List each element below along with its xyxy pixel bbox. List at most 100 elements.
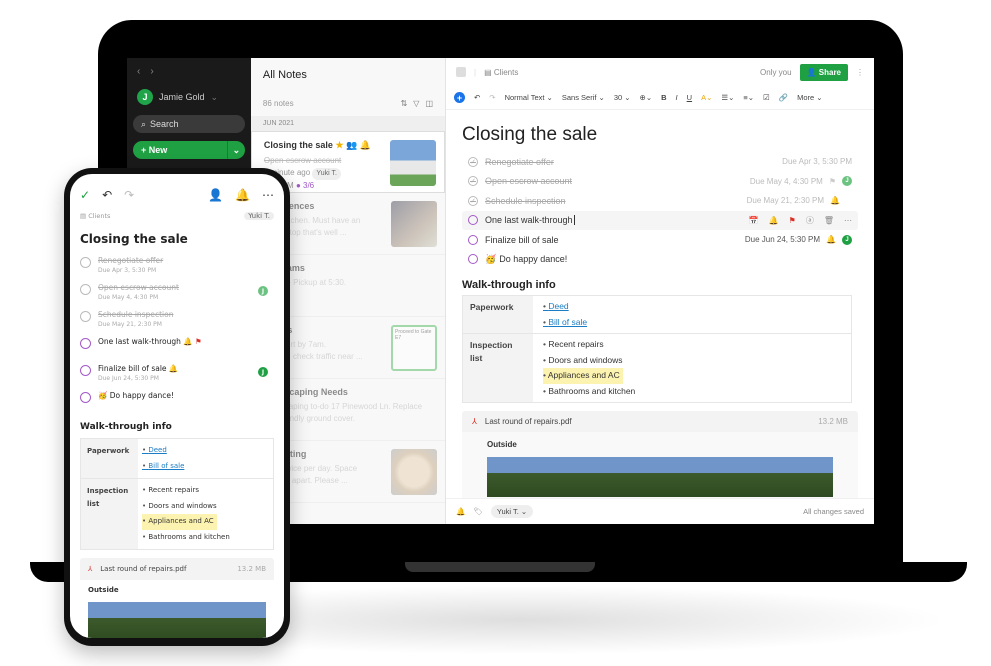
task-item[interactable]: ✓ Renegotiate offer Due Apr 3, 5:30 PM (462, 152, 858, 172)
done-check-icon[interactable]: ✓ (80, 188, 90, 202)
collaborator-tag: Yuki T. (312, 168, 341, 180)
bullet-list-icon[interactable]: ☰⌄ (721, 93, 734, 102)
note-title[interactable]: Closing the sale (462, 124, 858, 146)
task-item[interactable]: ✓ Open escrow account Due May 4, 4:30 PM… (462, 172, 858, 192)
deed-link[interactable]: Deed (543, 299, 841, 315)
new-note-button[interactable]: + New ⌄ (133, 141, 245, 159)
italic-icon[interactable]: I (676, 93, 678, 102)
filter-icon[interactable]: ▽ (413, 99, 419, 108)
task-item[interactable]: 🥳 Do happy dance! (80, 391, 274, 410)
bell-icon: 🔔 (826, 235, 836, 245)
due-date: Due Apr 3, 5:30 PM (782, 157, 852, 167)
notebook-link[interactable]: ▤ Clients (80, 212, 110, 220)
reminder-bell-icon[interactable]: 🔔 (769, 216, 779, 225)
undo-icon[interactable]: ↶ (474, 93, 480, 102)
font-select[interactable]: Sans Serif ⌄ (562, 93, 605, 102)
note-count: 86 notes (262, 99, 294, 108)
share-button[interactable]: 👤 Share (799, 63, 848, 81)
redo-icon[interactable]: ↷ (124, 188, 134, 202)
house-thumbnail (390, 140, 436, 186)
checked-circle-icon[interactable]: ✓ (468, 195, 478, 206)
reminder-icon[interactable]: 🔔 (456, 507, 465, 516)
checked-circle-icon[interactable] (80, 284, 91, 295)
notebook-breadcrumb[interactable]: ▤ Clients (484, 68, 518, 77)
more-icon[interactable]: ⋯ (262, 188, 274, 202)
table-row: Inspection list Recent repairs Doors and… (81, 479, 273, 549)
insert-button[interactable]: + (454, 92, 465, 103)
bill-of-sale-link[interactable]: Bill of sale (543, 315, 841, 331)
unchecked-circle-icon[interactable] (468, 215, 478, 226)
sort-icon[interactable]: ⇅ (401, 99, 408, 108)
size-select[interactable]: 30 ⌄ (614, 93, 631, 102)
note-title[interactable]: Closing the sale (80, 232, 274, 246)
checked-circle-icon[interactable] (80, 257, 91, 268)
chevron-down-icon[interactable]: ⌄ (226, 141, 245, 159)
assign-icon[interactable]: ⓐ (806, 215, 814, 226)
unchecked-circle-icon[interactable] (80, 392, 91, 403)
flag-icon: ⚑ (828, 176, 836, 186)
assignee-chip[interactable]: Yuki T. ⌄ (490, 505, 534, 518)
task-progress: ● 3/6 (295, 181, 315, 190)
highlight-icon[interactable]: A⌄ (701, 93, 712, 102)
date-group: JUN 2021 (250, 116, 445, 131)
account-switcher[interactable]: J Jamie Gold ⌄ (133, 89, 245, 105)
task-text: Finalize bill of sale (485, 234, 559, 245)
task-item[interactable]: Finalize bill of sale Due Jun 24, 5:30 P… (462, 230, 858, 250)
color-icon[interactable]: ⊕⌄ (640, 93, 653, 102)
pdf-attachment[interactable]: ⅄ Last round of repairs.pdf 13.2 MB Outs… (80, 558, 274, 638)
note-list-title: All Notes (262, 69, 307, 81)
unchecked-circle-icon[interactable] (80, 338, 91, 349)
task-item[interactable]: Schedule inspection Due May 21, 2:30 PM (80, 310, 274, 329)
table-row: Paperwork Deed Bill of sale (463, 296, 851, 334)
numbered-list-icon[interactable]: ≡⌄ (743, 93, 754, 102)
editor-body[interactable]: Closing the sale ✓ Renegotiate offer Due… (446, 110, 874, 510)
flag-icon[interactable]: ⚑ (789, 216, 796, 225)
task-item[interactable]: Renegotiate offer Due Apr 3, 5:30 PM (80, 256, 274, 275)
view-icon[interactable]: ◫ (425, 99, 433, 108)
note-list-meta: 86 notes ⇅ ▽ ◫ (251, 81, 445, 112)
avatar: J (137, 89, 153, 105)
trash-icon[interactable]: 🗑 (824, 216, 834, 225)
task-item[interactable]: 🥳 Do happy dance! (462, 250, 858, 270)
search-input[interactable]: ⌕ Search (133, 115, 245, 133)
undo-icon[interactable]: ↶ (102, 188, 112, 202)
more-menu[interactable]: More ⌄ (797, 93, 822, 102)
style-select[interactable]: Normal Text ⌄ (505, 93, 553, 102)
task-item[interactable]: One last walk-through 🔔 ⚑ (80, 337, 274, 356)
more-icon[interactable]: ⋯ (844, 216, 852, 225)
task-item-active[interactable]: One last walk-through 📅 🔔 ⚑ ⓐ 🗑 ⋯ (462, 210, 858, 230)
shared-icon: 👥 (346, 140, 358, 150)
unchecked-circle-icon[interactable] (468, 234, 478, 245)
checklist-icon[interactable]: ☑ (763, 93, 770, 102)
pdf-icon: ⅄ (472, 417, 477, 426)
add-tag-icon[interactable]: 🏷 (473, 507, 483, 516)
list-item: Bathrooms and kitchen (543, 384, 841, 400)
reminder-icon[interactable]: 🔔 (235, 188, 250, 202)
calendar-icon[interactable]: 📅 (749, 216, 759, 225)
unchecked-circle-icon[interactable] (468, 254, 478, 265)
mobile-toolbar: ✓ ↶ ↷ 👤 🔔 ⋯ (80, 188, 274, 202)
task-item[interactable]: Finalize bill of sale 🔔 Due Jun 24, 5:30 … (80, 364, 274, 383)
collaborator-tag: Yuki T. (244, 212, 274, 220)
forward-icon[interactable]: › (150, 66, 153, 77)
task-item[interactable]: ✓ Schedule inspection Due May 21, 2:30 P… (462, 191, 858, 211)
expand-icon[interactable] (456, 67, 466, 77)
redo-icon[interactable]: ↷ (489, 93, 495, 102)
task-text: Finalize bill of sale (98, 364, 167, 373)
back-icon[interactable]: ‹ (137, 66, 140, 77)
checked-circle-icon[interactable] (80, 311, 91, 322)
unchecked-circle-icon[interactable] (80, 365, 91, 376)
underline-icon[interactable]: U (687, 93, 692, 102)
bill-of-sale-link[interactable]: Bill of sale (142, 459, 269, 475)
checked-circle-icon[interactable]: ✓ (468, 176, 478, 187)
more-vertical-icon[interactable]: ⋮ (856, 68, 864, 77)
attachment-size: 13.2 MB (818, 417, 848, 426)
pdf-attachment[interactable]: ⅄ Last round of repairs.pdf 13.2 MB Outs… (462, 411, 858, 502)
link-icon[interactable]: 🔗 (779, 93, 788, 102)
bold-icon[interactable]: B (661, 93, 666, 102)
share-user-icon[interactable]: 👤 (208, 188, 223, 202)
deed-link[interactable]: Deed (142, 443, 269, 459)
task-item[interactable]: Open escrow account Due May 4, 4:30 PM J (80, 283, 274, 302)
assignee-avatar: J (842, 176, 852, 187)
checked-circle-icon[interactable]: ✓ (468, 156, 478, 167)
